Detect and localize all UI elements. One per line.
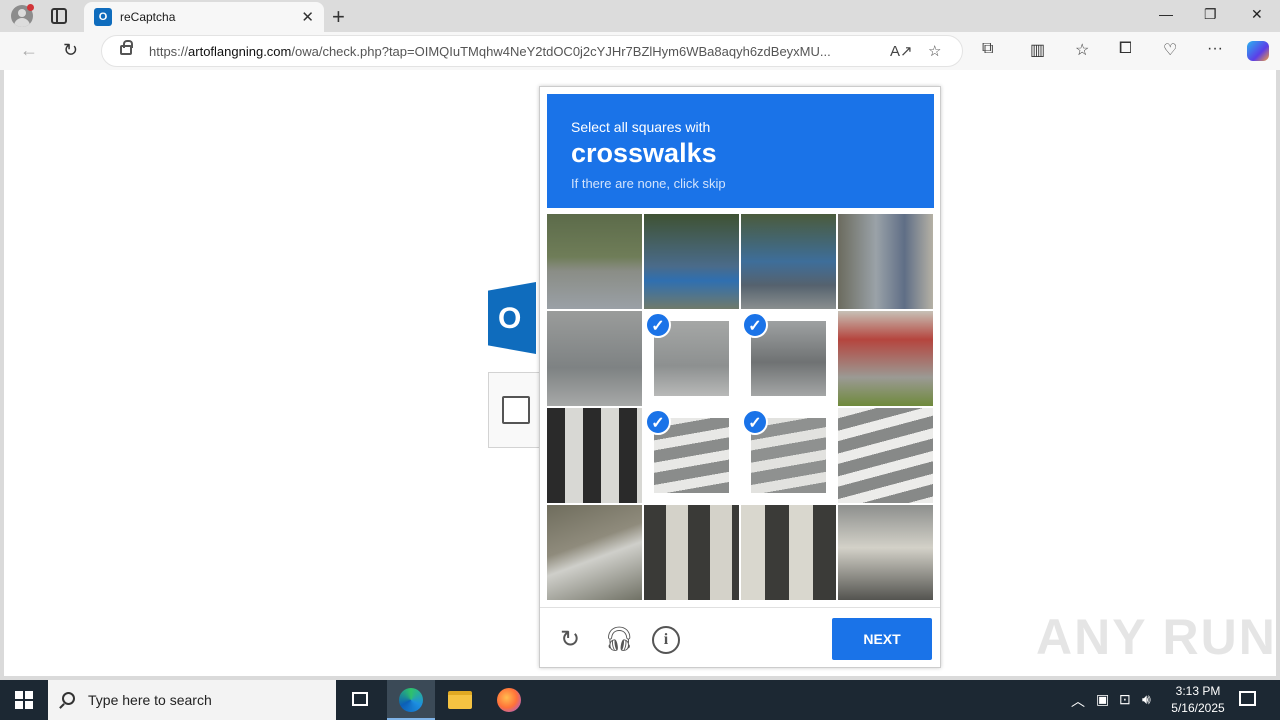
notification-dot — [27, 4, 34, 11]
tile-image — [838, 311, 933, 406]
url-text[interactable]: https://artoflangning.com/owa/check.php?… — [149, 44, 879, 59]
close-window-icon[interactable]: ✕ — [1251, 6, 1263, 23]
task-view-icon — [352, 692, 368, 706]
tile-image — [644, 505, 739, 600]
more-menu-icon[interactable]: ··· — [1207, 40, 1223, 58]
captcha-tile[interactable]: ✓ — [741, 311, 836, 406]
captcha-tile[interactable] — [547, 311, 642, 406]
tile-image — [547, 505, 642, 600]
captcha-target: crosswalks — [571, 138, 717, 168]
copilot-icon[interactable] — [1247, 41, 1269, 61]
address-bar[interactable]: https://artoflangning.com/owa/check.php?… — [101, 35, 963, 67]
favorite-star-icon[interactable]: ☆ — [928, 42, 941, 60]
tile-image — [644, 214, 739, 309]
checkmark-icon: ✓ — [645, 312, 671, 338]
clock[interactable]: 3:13 PM 5/16/2025 — [1160, 683, 1236, 717]
captcha-hint: If there are none, click skip — [571, 176, 726, 191]
captcha-tile[interactable]: ✓ — [741, 408, 836, 503]
tile-image — [547, 408, 642, 503]
extensions-icon[interactable]: ⧉ — [982, 40, 993, 58]
volume-icon[interactable]: 🔊︎ — [1142, 691, 1151, 708]
tab-recaptcha[interactable]: O reCaptcha ✕ — [84, 2, 324, 32]
minimize-icon[interactable]: — — [1159, 6, 1173, 22]
tab-close-icon[interactable]: ✕ — [301, 8, 314, 26]
browser-essentials-icon[interactable]: ♡ — [1163, 40, 1177, 60]
device-icon[interactable]: ▣ — [1096, 691, 1109, 708]
next-button[interactable]: NEXT — [832, 618, 932, 660]
captcha-header: Select all squares with crosswalks If th… — [547, 94, 934, 208]
checkmark-icon: ✓ — [742, 312, 768, 338]
tile-image — [741, 505, 836, 600]
outlook-favicon-icon: O — [94, 8, 112, 26]
restore-icon[interactable]: ❐ — [1204, 6, 1217, 23]
notification-center-icon[interactable] — [1239, 691, 1256, 706]
edge-taskbar-button[interactable] — [387, 680, 435, 720]
checkmark-icon: ✓ — [742, 409, 768, 435]
captcha-image-grid: ✓ ✓ ✓ ✓ — [547, 214, 934, 601]
tile-image — [547, 214, 642, 309]
tile-image — [838, 505, 933, 600]
captcha-checkbox[interactable] — [502, 396, 530, 424]
reload-icon[interactable]: ↻ — [556, 626, 584, 654]
network-icon[interactable]: ⊡ — [1119, 691, 1131, 708]
tab-title: reCaptcha — [120, 10, 176, 24]
captcha-tile[interactable] — [547, 214, 642, 309]
read-aloud-icon[interactable]: A↗ — [890, 42, 913, 60]
browser-toolbar: ← ↻ https://artoflangning.com/owa/check.… — [0, 32, 1280, 70]
task-view-button[interactable] — [336, 680, 384, 720]
captcha-tile[interactable] — [838, 505, 933, 600]
captcha-tile[interactable] — [644, 505, 739, 600]
checkmark-icon: ✓ — [645, 409, 671, 435]
clock-date: 5/16/2025 — [1171, 701, 1225, 715]
edge-icon — [399, 688, 423, 712]
clock-time: 3:13 PM — [1175, 684, 1221, 698]
captcha-tile[interactable] — [741, 214, 836, 309]
taskbar: Type here to search ︿ ▣ ⊡ 🔊︎ 3:13 PM 5/1… — [0, 680, 1280, 720]
tile-image — [838, 214, 933, 309]
captcha-tile[interactable] — [838, 408, 933, 503]
captcha-tile[interactable] — [547, 408, 642, 503]
firefox-taskbar-button[interactable] — [485, 680, 533, 720]
folder-icon — [448, 691, 472, 709]
captcha-tile[interactable] — [838, 214, 933, 309]
search-icon — [62, 692, 75, 705]
captcha-footer: ↻ 🎧︎ i NEXT — [540, 607, 940, 669]
taskbar-search[interactable]: Type here to search — [48, 680, 336, 720]
captcha-checkbox-card — [488, 372, 544, 448]
tile-image — [547, 311, 642, 406]
watermark: ANY RUN — [1036, 609, 1277, 665]
back-icon[interactable]: ← — [20, 40, 38, 61]
tab-strip: O reCaptcha ✕ + — ❐ ✕ — [0, 0, 1280, 32]
lock-icon[interactable] — [120, 40, 133, 55]
favorites-icon[interactable]: ☆ — [1075, 40, 1089, 60]
split-screen-icon[interactable]: ▥ — [1030, 40, 1045, 60]
outlook-logo: O — [488, 282, 536, 354]
captcha-tile[interactable] — [547, 505, 642, 600]
new-tab-icon[interactable]: + — [332, 4, 345, 30]
show-hidden-icons-icon[interactable]: ︿ — [1071, 691, 1085, 711]
search-placeholder: Type here to search — [88, 692, 212, 708]
tile-image — [741, 214, 836, 309]
captcha-tile[interactable]: ✓ — [644, 408, 739, 503]
collections-icon[interactable]: ⧠ — [1119, 40, 1132, 58]
captcha-tile[interactable]: ✓ — [644, 311, 739, 406]
firefox-icon — [497, 688, 521, 712]
captcha-tile[interactable] — [644, 214, 739, 309]
captcha-tile[interactable] — [838, 311, 933, 406]
audio-challenge-icon[interactable]: 🎧︎ — [604, 626, 634, 654]
info-icon[interactable]: i — [652, 626, 680, 654]
file-explorer-button[interactable] — [436, 680, 484, 720]
tab-actions-icon[interactable] — [51, 8, 67, 24]
refresh-icon[interactable]: ↻ — [63, 40, 78, 61]
tile-image — [838, 408, 933, 503]
captcha-instruction: Select all squares with — [571, 119, 711, 135]
captcha-tile[interactable] — [741, 505, 836, 600]
windows-start-icon[interactable] — [15, 691, 33, 709]
captcha-challenge: Select all squares with crosswalks If th… — [539, 86, 941, 668]
